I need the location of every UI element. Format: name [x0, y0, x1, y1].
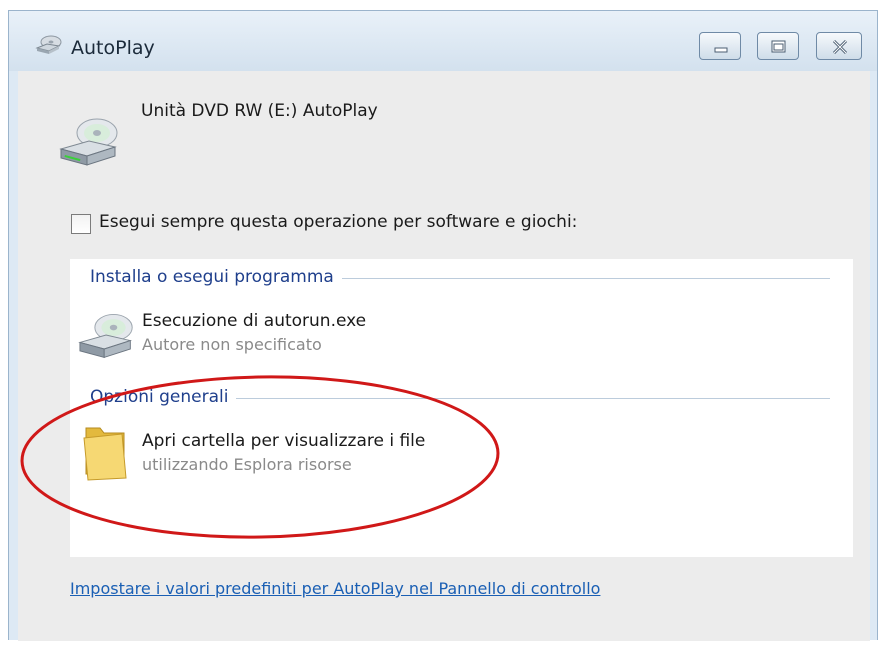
control-panel-link[interactable]: Impostare i valori predefiniti per AutoP…: [70, 579, 600, 598]
always-do-label[interactable]: Esegui sempre questa operazione per soft…: [99, 212, 577, 232]
autoplay-icon: [35, 34, 63, 60]
close-icon: [832, 39, 848, 55]
dialog-body: Unità DVD RW (E:) AutoPlay Esegui sempre…: [18, 71, 870, 641]
option-title: Esecuzione di autorun.exe: [142, 311, 367, 331]
option-subtitle: Autore non specificato: [142, 335, 322, 354]
minimize-icon: [714, 47, 728, 53]
option-open-folder[interactable]: Apri cartella per visualizzare i file ut…: [70, 427, 853, 487]
minimize-button[interactable]: [699, 32, 741, 60]
drive-title: Unità DVD RW (E:) AutoPlay: [141, 101, 378, 121]
dvd-drive-icon: [55, 111, 125, 175]
option-run-autorun[interactable]: Esecuzione di autorun.exe Autore non spe…: [70, 307, 853, 367]
maximize-icon: [771, 40, 786, 53]
always-do-checkbox[interactable]: [71, 214, 91, 234]
maximize-button[interactable]: [757, 32, 799, 60]
options-panel: Installa o esegui programma Esecuzione d…: [70, 259, 853, 557]
option-subtitle: utilizzando Esplora risorse: [142, 455, 352, 474]
title-bar[interactable]: AutoPlay: [9, 11, 877, 71]
option-title: Apri cartella per visualizzare i file: [142, 431, 426, 451]
group-header-general: Opzioni generali: [90, 387, 237, 407]
autoplay-window: AutoPlay Unità DVD RW (E:) AutoPlay Eseg…: [8, 10, 878, 641]
window-title: AutoPlay: [71, 37, 155, 59]
group-header-install: Installa o esegui programma: [90, 267, 342, 287]
close-button[interactable]: [816, 32, 862, 60]
